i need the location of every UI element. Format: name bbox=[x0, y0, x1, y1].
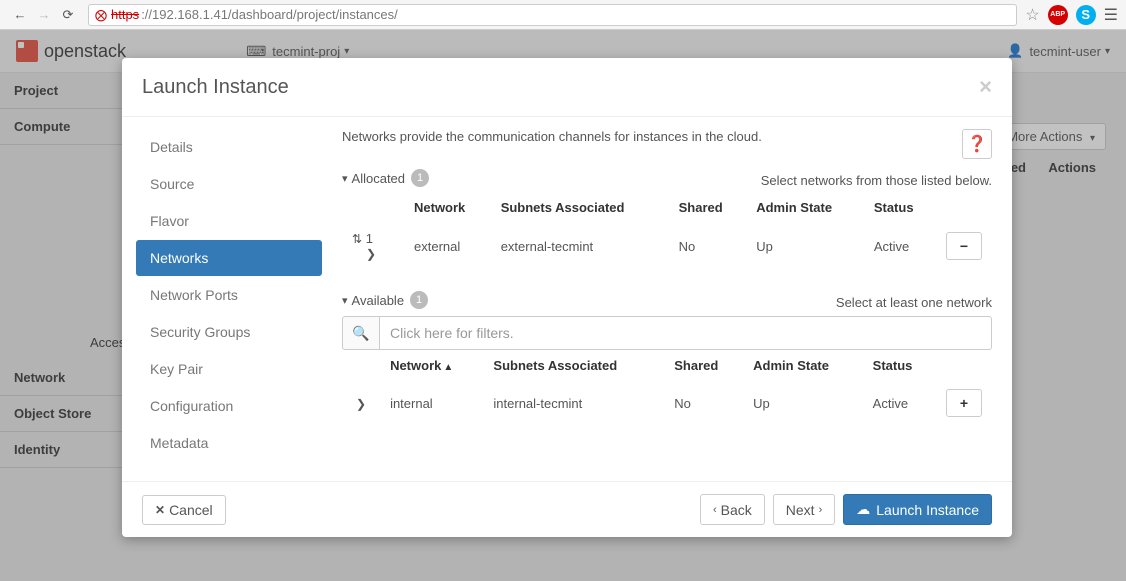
help-icon: ❓ bbox=[967, 134, 987, 154]
caret-down-icon: ▾ bbox=[1090, 133, 1095, 144]
wizard-nav: Details Source Flavor Networks Network P… bbox=[122, 117, 322, 481]
wizard-step-security-groups[interactable]: Security Groups bbox=[136, 314, 322, 350]
back-button[interactable]: ← bbox=[8, 3, 32, 27]
col-status: Status bbox=[866, 194, 936, 221]
minus-icon: − bbox=[960, 238, 968, 254]
chevron-right-icon: › bbox=[819, 504, 823, 516]
forward-button[interactable]: → bbox=[32, 3, 56, 27]
modal-footer: ✕Cancel ‹Back Next› ☁Launch Instance bbox=[122, 481, 1012, 537]
modal-header: Launch Instance × bbox=[122, 58, 1012, 117]
caret-down-icon: ▾ bbox=[344, 46, 349, 57]
user-icon: 👤 bbox=[1007, 43, 1023, 59]
cloud-upload-icon: ☁ bbox=[856, 501, 870, 518]
next-button[interactable]: Next› bbox=[773, 494, 835, 525]
wizard-step-key-pair[interactable]: Key Pair bbox=[136, 351, 322, 387]
openstack-logo[interactable]: openstack bbox=[16, 40, 126, 62]
col-admin-state[interactable]: Admin State bbox=[745, 352, 863, 379]
cell-shared: No bbox=[671, 223, 747, 269]
filter-input[interactable] bbox=[380, 316, 992, 350]
bookmark-star-icon[interactable]: ☆ bbox=[1025, 5, 1039, 25]
chevron-down-icon: ▾ bbox=[342, 172, 348, 185]
col-shared[interactable]: Shared bbox=[666, 352, 743, 379]
select-networks-subtext: Select networks from those listed below. bbox=[342, 173, 992, 188]
available-table: Network▲ Subnets Associated Shared Admin… bbox=[342, 350, 992, 427]
back-button[interactable]: ‹Back bbox=[700, 494, 765, 525]
brand-text: openstack bbox=[44, 41, 126, 62]
allocated-label: Allocated bbox=[352, 171, 405, 186]
allocated-table: Network Subnets Associated Shared Admin … bbox=[342, 192, 992, 271]
caret-down-icon: ▾ bbox=[1105, 46, 1110, 57]
project-selector[interactable]: ⌨ tecmint-proj ▾ bbox=[246, 43, 349, 60]
cell-admin-state: Up bbox=[745, 381, 863, 425]
cell-subnets: internal-tecmint bbox=[485, 381, 664, 425]
plus-icon: + bbox=[960, 395, 968, 411]
url-path: ://192.168.1.41/dashboard/project/instan… bbox=[141, 7, 398, 22]
description-text: Networks provide the communication chann… bbox=[342, 129, 952, 144]
chevron-right-icon[interactable]: ❯ bbox=[356, 397, 366, 411]
close-icon[interactable]: × bbox=[979, 74, 992, 100]
drag-handle-icon[interactable]: ⇅ bbox=[352, 232, 362, 246]
wizard-step-details[interactable]: Details bbox=[136, 129, 322, 165]
cell-subnets: external-tecmint bbox=[493, 223, 669, 269]
wizard-step-configuration[interactable]: Configuration bbox=[136, 388, 322, 424]
available-table-header: Network▲ Subnets Associated Shared Admin… bbox=[344, 352, 990, 379]
available-count-badge: 1 bbox=[410, 291, 428, 309]
chevron-left-icon: ‹ bbox=[713, 504, 717, 516]
cell-network: external bbox=[406, 223, 491, 269]
cell-status: Active bbox=[866, 223, 936, 269]
project-name: tecmint-proj bbox=[272, 44, 340, 59]
add-network-button[interactable]: + bbox=[946, 389, 982, 417]
x-icon: ✕ bbox=[155, 503, 165, 517]
wizard-step-network-ports[interactable]: Network Ports bbox=[136, 277, 322, 313]
insecure-lock-icon: ⨂ bbox=[95, 8, 107, 22]
allocated-row: ⇅ 1 ❯ external external-tecmint No Up Ac… bbox=[344, 223, 990, 269]
available-subtext: Select at least one network bbox=[342, 295, 992, 310]
wizard-content: Networks provide the communication chann… bbox=[322, 117, 1012, 481]
browser-toolbar: ← → ⟳ ⨂ https ://192.168.1.41/dashboard/… bbox=[0, 0, 1126, 30]
chevron-down-icon: ▾ bbox=[342, 294, 348, 307]
allocated-table-header: Network Subnets Associated Shared Admin … bbox=[344, 194, 990, 221]
cell-status: Active bbox=[865, 381, 936, 425]
sort-asc-icon: ▲ bbox=[443, 362, 453, 373]
wizard-step-networks[interactable]: Networks bbox=[136, 240, 322, 276]
available-label: Available bbox=[352, 293, 405, 308]
col-admin-state: Admin State bbox=[748, 194, 864, 221]
cancel-button[interactable]: ✕Cancel bbox=[142, 495, 226, 525]
col-status[interactable]: Status bbox=[865, 352, 936, 379]
launch-instance-modal: Launch Instance × Details Source Flavor … bbox=[122, 58, 1012, 537]
url-scheme: https bbox=[111, 7, 139, 22]
allocated-count-badge: 1 bbox=[411, 169, 429, 187]
wizard-step-flavor[interactable]: Flavor bbox=[136, 203, 322, 239]
keyboard-icon: ⌨ bbox=[246, 43, 266, 60]
col-network: Network bbox=[406, 194, 491, 221]
cell-admin-state: Up bbox=[748, 223, 864, 269]
row-order: 1 bbox=[366, 231, 373, 246]
openstack-logo-icon bbox=[16, 40, 38, 62]
user-selector[interactable]: 👤 tecmint-user ▾ bbox=[1007, 43, 1110, 59]
launch-instance-button[interactable]: ☁Launch Instance bbox=[843, 494, 992, 525]
chevron-right-icon[interactable]: ❯ bbox=[366, 247, 376, 261]
modal-title: Launch Instance bbox=[142, 76, 289, 99]
url-bar[interactable]: ⨂ https ://192.168.1.41/dashboard/projec… bbox=[88, 4, 1017, 26]
user-name: tecmint-user bbox=[1029, 44, 1101, 59]
col-network-sortable[interactable]: Network▲ bbox=[382, 352, 483, 379]
remove-network-button[interactable]: − bbox=[946, 232, 982, 260]
abp-icon[interactable]: ABP bbox=[1048, 5, 1068, 25]
filter-bar: 🔍 bbox=[342, 316, 992, 350]
help-button[interactable]: ❓ bbox=[962, 129, 992, 159]
column-header-actions: Actions bbox=[1048, 160, 1096, 175]
wizard-step-metadata[interactable]: Metadata bbox=[136, 425, 322, 461]
skype-icon[interactable]: S bbox=[1076, 5, 1096, 25]
available-row: ❯ internal internal-tecmint No Up Active… bbox=[344, 381, 990, 425]
col-shared: Shared bbox=[671, 194, 747, 221]
col-subnets[interactable]: Subnets Associated bbox=[485, 352, 664, 379]
reload-button[interactable]: ⟳ bbox=[56, 3, 80, 27]
cell-shared: No bbox=[666, 381, 743, 425]
col-subnets: Subnets Associated bbox=[493, 194, 669, 221]
more-actions-button[interactable]: More Actions ▾ bbox=[996, 123, 1106, 150]
wizard-step-source[interactable]: Source bbox=[136, 166, 322, 202]
cell-network: internal bbox=[382, 381, 483, 425]
hamburger-menu-icon[interactable]: ☰ bbox=[1104, 5, 1118, 25]
search-icon[interactable]: 🔍 bbox=[342, 316, 380, 350]
